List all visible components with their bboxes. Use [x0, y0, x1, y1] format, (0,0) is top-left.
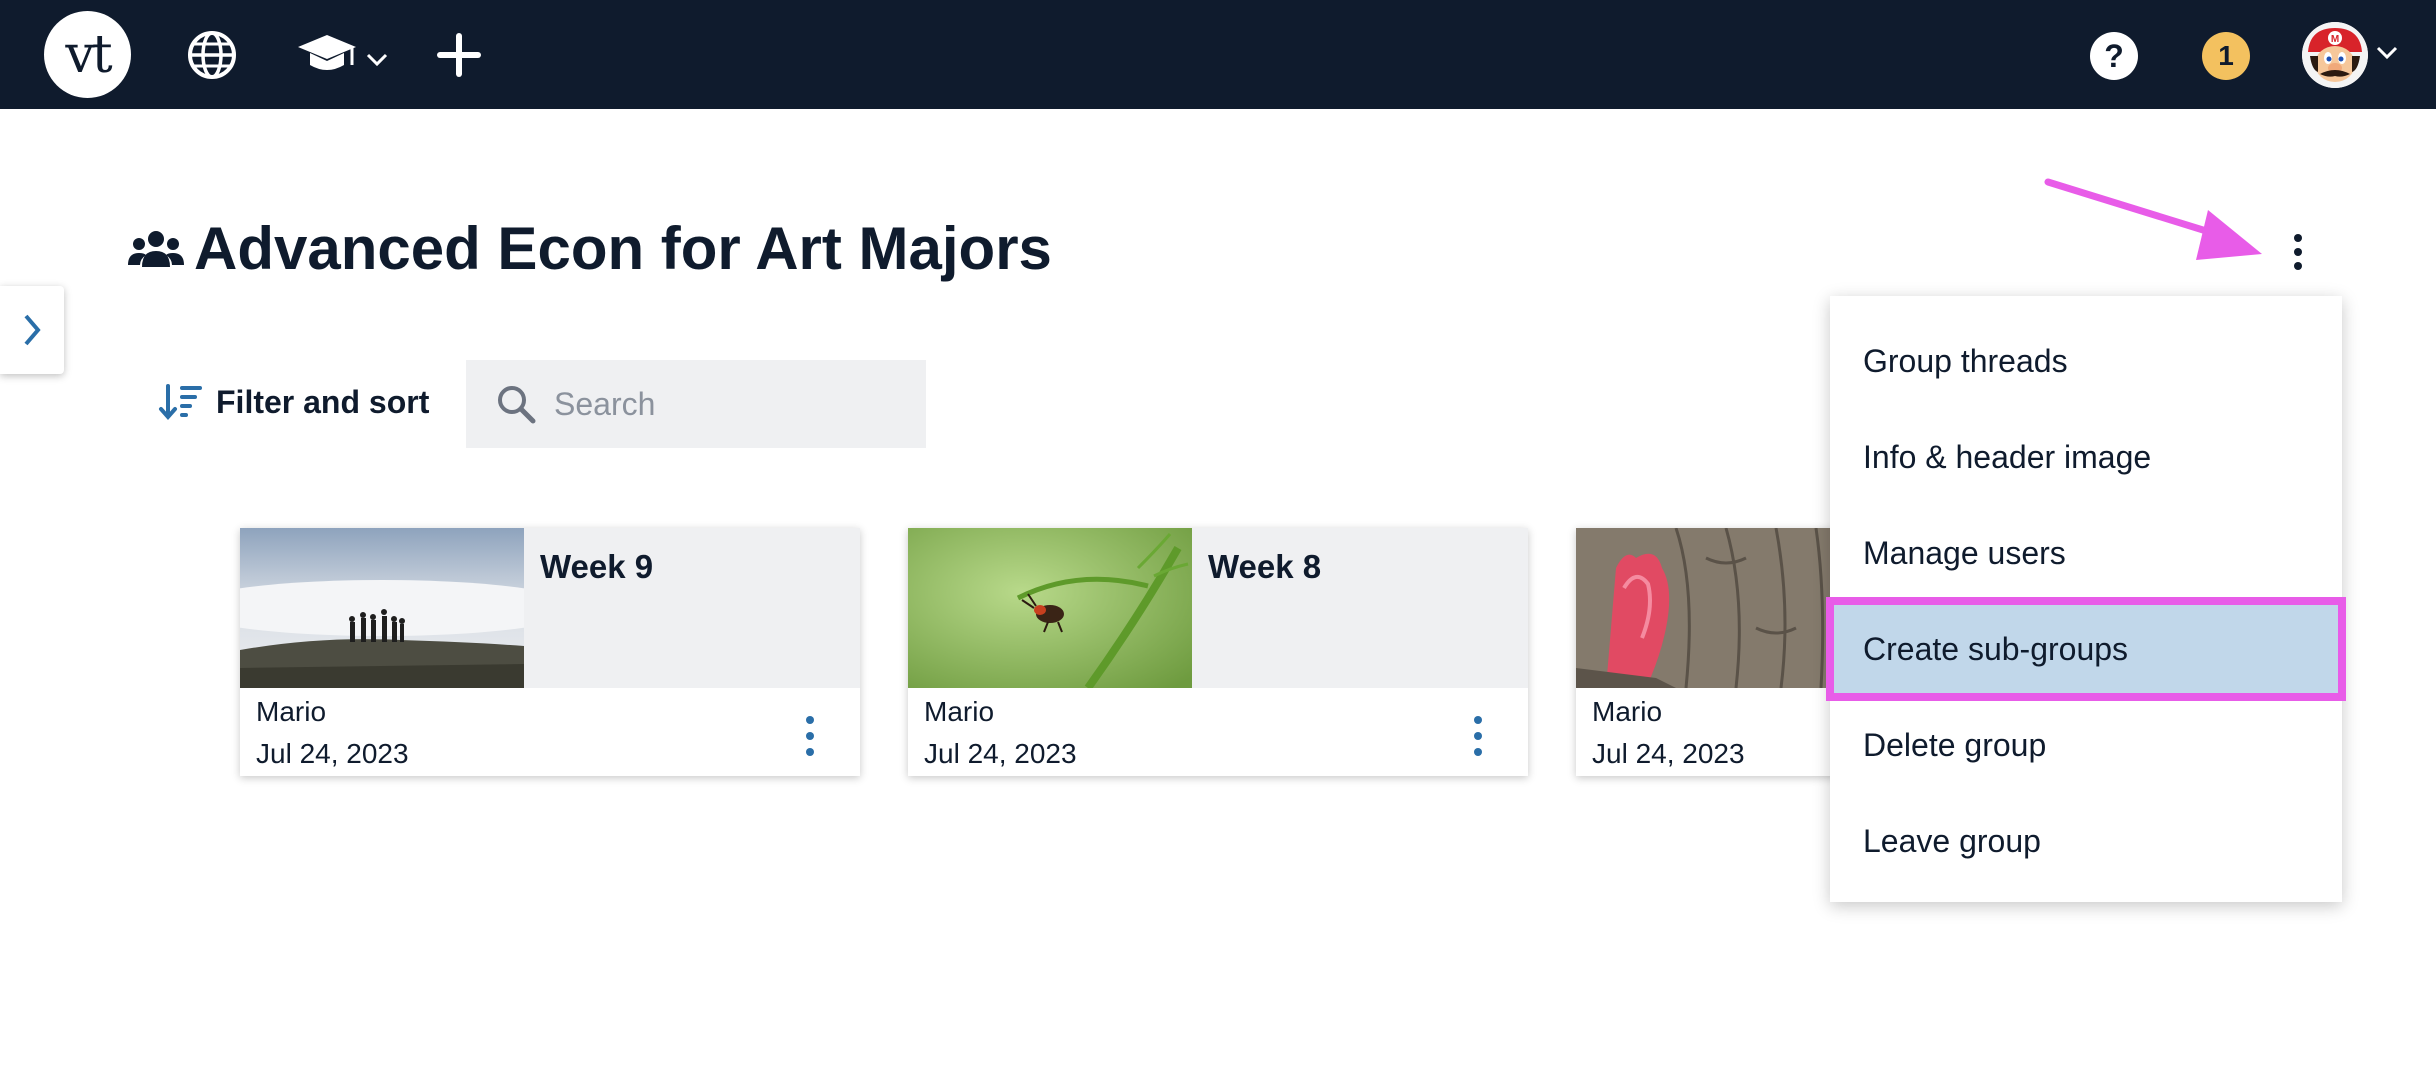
card-author: Mario [256, 696, 327, 727]
card-options-button[interactable] [1470, 716, 1486, 756]
vt-logo[interactable]: vt [44, 11, 131, 98]
group-options-button[interactable] [2286, 230, 2310, 274]
thread-card[interactable]: Week 9 Mario Jul 24, 2023 [240, 528, 860, 776]
red-flower-on-bark-photo [1576, 528, 1860, 688]
thread-card[interactable]: Week 8 Mario Jul 24, 2023 [908, 528, 1528, 776]
search-icon [498, 386, 536, 424]
question-icon: ? [2104, 37, 2124, 74]
notifications-badge[interactable]: 1 [2202, 32, 2250, 80]
menu-item-delete-group[interactable]: Delete group [1830, 697, 2342, 793]
top-nav-bar: vt ? 1 M [0, 0, 2436, 109]
chevron-down-icon[interactable] [2374, 42, 2400, 62]
menu-item-leave-group[interactable]: Leave group [1830, 793, 2342, 889]
logo-text: vt [65, 24, 112, 85]
annotation-arrow [2044, 178, 2262, 260]
card-title: Week 9 [540, 548, 654, 585]
card-author: Mario [924, 696, 995, 727]
notifications-count: 1 [2218, 40, 2234, 71]
card-date: Jul 24, 2023 [924, 738, 1077, 769]
card-title: Week 8 [1208, 548, 1322, 585]
menu-item-create-sub-groups[interactable]: Create sub-groups [1826, 597, 2346, 701]
filter-sort-label: Filter and sort [216, 383, 430, 420]
filter-sort-button[interactable]: Filter and sort [158, 382, 429, 422]
add-icon[interactable] [436, 30, 482, 80]
sort-descending-icon [159, 384, 202, 421]
svg-text:M: M [2331, 34, 2339, 45]
card-date: Jul 24, 2023 [1592, 738, 1745, 769]
sidebar-toggle-button[interactable] [0, 286, 64, 374]
card-date: Jul 24, 2023 [256, 738, 409, 769]
card-author: Mario [1592, 696, 1663, 727]
group-users-icon [128, 230, 184, 267]
page-title: Advanced Econ for Art Majors [194, 215, 1052, 282]
menu-item-group-threads[interactable]: Group threads [1830, 313, 2342, 409]
chevron-right-icon [24, 314, 41, 346]
courses-menu-button[interactable] [296, 30, 392, 80]
help-button[interactable]: ? [2090, 32, 2138, 80]
menu-item-info-header-image[interactable]: Info & header image [1830, 409, 2342, 505]
user-avatar[interactable]: M [2302, 22, 2368, 88]
search-input[interactable] [554, 385, 914, 423]
globe-icon[interactable] [186, 30, 238, 80]
search-box [466, 360, 926, 448]
graduation-cap-icon [298, 35, 356, 70]
menu-item-manage-users[interactable]: Manage users [1830, 505, 2342, 601]
beetle-on-plant-photo [908, 528, 1192, 688]
fog-hikers-photo [240, 528, 524, 688]
chevron-down-icon [366, 53, 388, 67]
card-options-button[interactable] [802, 716, 818, 756]
page-header: Advanced Econ for Art Majors [128, 214, 1052, 283]
group-options-menu: Group threads Info & header image Manage… [1826, 296, 2346, 902]
